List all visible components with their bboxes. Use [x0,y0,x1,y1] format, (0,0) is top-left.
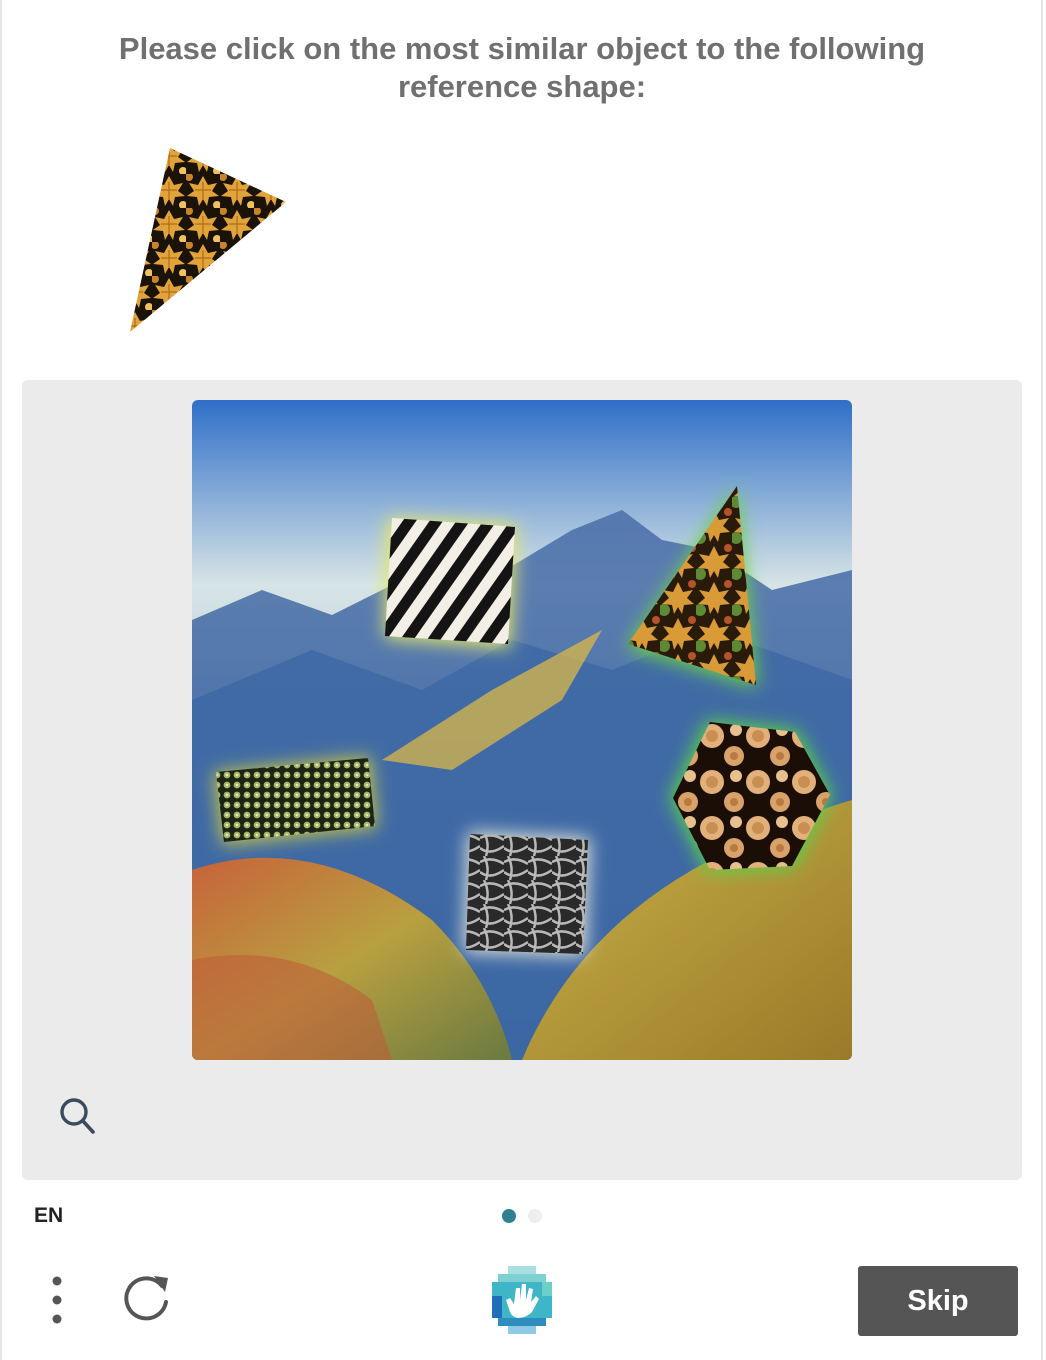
language-selector[interactable]: EN [34,1204,63,1228]
challenge-prompt: Please click on the most similar object … [60,30,984,106]
challenge-image[interactable] [192,400,852,1060]
skip-button[interactable]: Skip [858,1266,1018,1336]
page-dot-2[interactable] [528,1209,542,1223]
reference-shape [118,140,308,350]
prompt-line-1: Please click on the most similar object … [118,31,926,66]
more-vertical-icon [52,1276,62,1324]
page-dot-1[interactable] [502,1209,516,1223]
page-indicator [502,1209,542,1223]
hcaptcha-logo [488,1266,556,1334]
menu-button[interactable] [42,1274,72,1328]
hcaptcha-hand-logo [492,1266,552,1334]
refresh-icon [124,1276,168,1321]
search-icon [60,1098,95,1134]
zoom-button[interactable] [56,1094,100,1138]
prompt-line-2: reference shape: [397,69,647,104]
object-cables-square[interactable] [464,832,590,956]
object-zebra-square[interactable] [385,518,517,648]
refresh-button[interactable] [118,1272,174,1328]
